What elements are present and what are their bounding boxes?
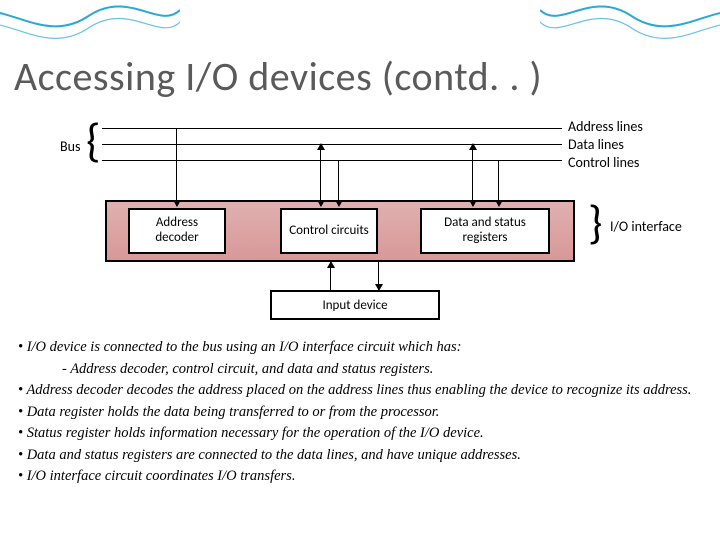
control-line: [102, 160, 562, 161]
io-interface-label: I/O interface: [610, 218, 682, 235]
bullet-3: • Data register holds the data being tra…: [18, 403, 700, 423]
bullet-5: • Data and status registers are connecte…: [18, 446, 700, 466]
data-status-registers-box: Data and status registers: [420, 208, 550, 254]
address-line: [102, 128, 562, 129]
control-lines-label: Control lines: [568, 154, 639, 171]
arrow-bus-to-data-registers-b: [498, 160, 499, 206]
arrow-bus-to-address-decoder: [176, 128, 177, 206]
bullet-4: • Status register holds information nece…: [18, 424, 700, 444]
address-decoder-box: Address decoder: [128, 208, 226, 254]
bus-label: Bus: [60, 138, 80, 155]
bullet-1-sub: - Address decoder, control circuit, and …: [18, 360, 700, 380]
io-interface-brace-icon: {: [588, 200, 602, 246]
bullet-1: • I/O device is connected to the bus usi…: [18, 338, 700, 358]
bullet-6: • I/O interface circuit coordinates I/O …: [18, 467, 700, 487]
bus-brace-icon: {: [86, 118, 100, 164]
control-circuits-box: Control circuits: [280, 208, 378, 254]
data-lines-label: Data lines: [568, 136, 624, 153]
input-device-box: Input device: [270, 290, 440, 320]
arrow-input-to-interface: [330, 262, 331, 290]
arrow-bus-to-data-registers-a: [472, 144, 473, 206]
arrow-bus-to-control-circuits-b: [338, 160, 339, 206]
arrow-interface-to-input: [378, 262, 379, 290]
bullet-2: • Address decoder decodes the address pl…: [18, 381, 700, 401]
arrow-bus-to-control-circuits-a: [320, 144, 321, 206]
data-line: [102, 144, 562, 145]
address-lines-label: Address lines: [568, 118, 643, 135]
bullet-list: • I/O device is connected to the bus usi…: [18, 338, 700, 489]
